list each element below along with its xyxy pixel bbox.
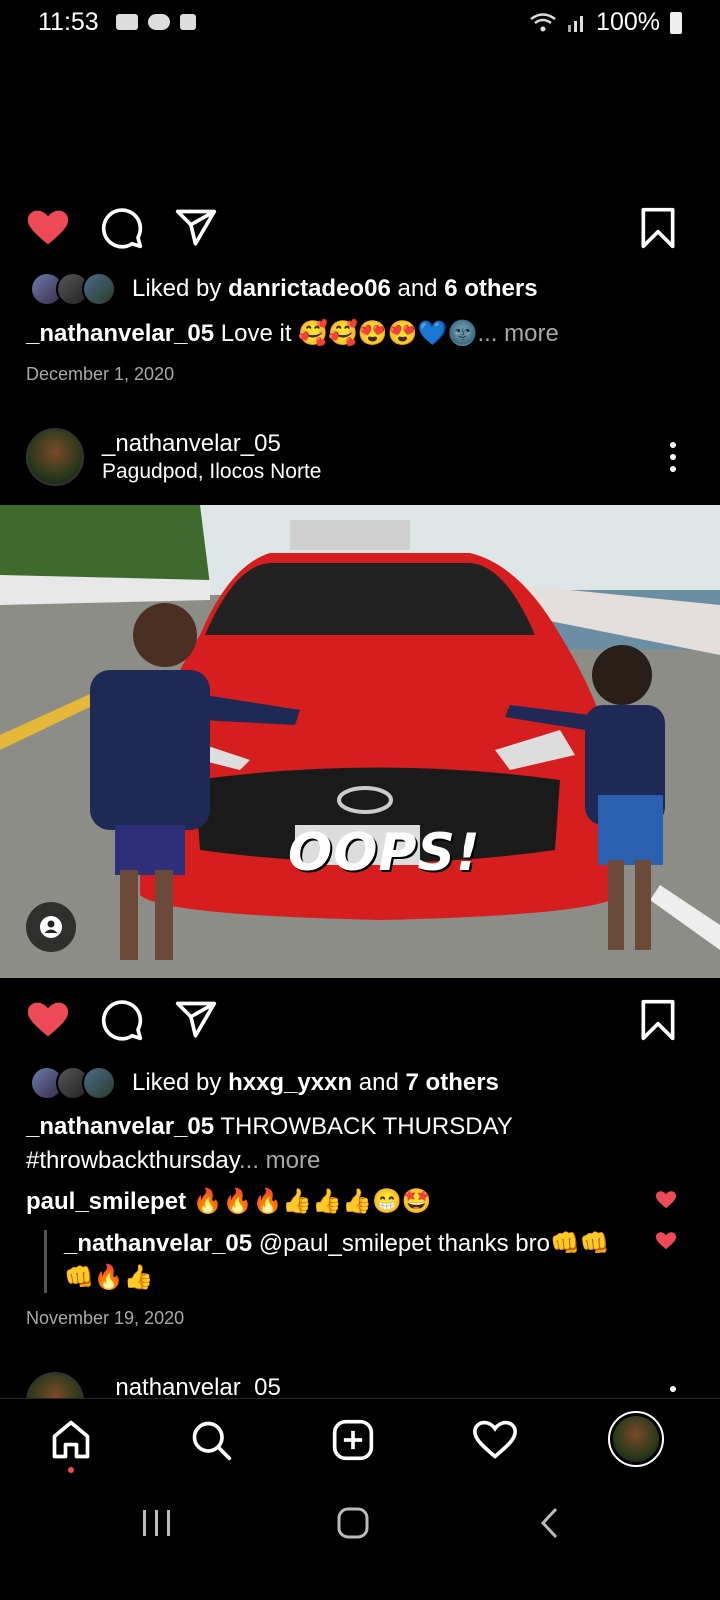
share-icon[interactable] [174, 206, 218, 250]
comment: paul_smilepet 🔥🔥🔥👍👍👍😁🤩 [26, 1188, 432, 1215]
nav-search[interactable] [186, 1415, 236, 1465]
recent-apps-icon[interactable] [140, 1508, 174, 1538]
nav-profile[interactable] [608, 1411, 664, 1467]
nav-create[interactable] [328, 1415, 378, 1465]
avatar[interactable] [26, 428, 84, 486]
post2-actions [0, 998, 720, 1048]
activity-icon [473, 1420, 517, 1459]
post2-likes[interactable]: Liked by hxxg_yxxn and 7 others [30, 1066, 499, 1100]
reply-comment: _nathanvelar_05 @paul_smilepet thanks br… [64, 1230, 610, 1291]
home-system-icon[interactable] [336, 1506, 370, 1540]
photo-scene [0, 505, 720, 978]
likes-text: Liked by danrictadeo06 and 6 others [132, 275, 538, 302]
post-username[interactable]: _nathanvelar_05 [102, 430, 281, 458]
comment-username[interactable]: paul_smilepet [26, 1188, 186, 1215]
caption-username[interactable]: _nathanvelar_05 [26, 320, 214, 347]
post1-date: December 1, 2020 [26, 364, 175, 384]
share-icon[interactable] [174, 998, 218, 1042]
profile-icon [613, 1416, 659, 1462]
caption-username[interactable]: _nathanvelar_05 [26, 1113, 214, 1140]
likes-text: Liked by hxxg_yxxn and 7 others [132, 1069, 499, 1096]
battery-icon [670, 11, 682, 34]
post2-caption: _nathanvelar_05 THROWBACK THURSDAY #thro… [26, 1113, 513, 1174]
create-icon [332, 1419, 374, 1461]
post1-actions [0, 206, 720, 256]
post1-likes[interactable]: Liked by danrictadeo06 and 6 others [30, 272, 538, 306]
bottom-navigation [0, 1398, 720, 1485]
heart-icon[interactable] [26, 998, 70, 1042]
notification-dot [68, 1467, 74, 1473]
avatar[interactable] [26, 1372, 84, 1398]
post2-date: November 19, 2020 [26, 1308, 185, 1328]
post2-header: _nathanvelar_05 Pagudpod, Ilocos Norte [0, 428, 720, 488]
post1-caption: _nathanvelar_05 Love it 🥰🥰😍😍💙🌚... more [26, 320, 559, 347]
wifi-icon [530, 12, 556, 31]
status-time: 11:53 [38, 8, 99, 36]
post3-header: _nathanvelar_05 [0, 1372, 720, 1398]
reply-thread-line [44, 1230, 47, 1293]
bookmark-icon[interactable] [638, 998, 678, 1042]
youtube-icon [116, 14, 138, 30]
search-icon [192, 1421, 232, 1461]
person-icon [40, 916, 62, 938]
more-options-icon[interactable] [670, 442, 676, 478]
home-icon [52, 1420, 90, 1459]
heart-icon[interactable] [654, 1230, 678, 1252]
comment-icon[interactable] [100, 206, 144, 250]
caption-more[interactable]: ... more [477, 320, 558, 347]
post2-photo[interactable]: OOPS! [0, 505, 720, 978]
back-icon[interactable] [538, 1506, 562, 1540]
system-navigation [0, 1484, 720, 1600]
nav-home[interactable] [46, 1415, 96, 1465]
signal-icon [568, 15, 584, 32]
heart-icon[interactable] [26, 206, 70, 250]
nav-activity[interactable] [470, 1415, 520, 1465]
comment-username[interactable]: _nathanvelar_05 [64, 1230, 252, 1257]
status-right: 100% [530, 8, 682, 37]
post-location[interactable]: Pagudpod, Ilocos Norte [102, 460, 321, 484]
tagged-people-button[interactable] [26, 902, 76, 952]
comment-icon[interactable] [100, 998, 144, 1042]
liker-avatars [30, 1066, 116, 1100]
more-options-icon[interactable] [670, 1386, 676, 1398]
cloud-icon [148, 14, 170, 30]
photo-overlay-text: OOPS! [288, 823, 481, 883]
notification-icons [116, 14, 196, 30]
post-username[interactable]: _nathanvelar_05 [102, 1374, 281, 1398]
battery-text: 100% [596, 8, 660, 36]
heart-icon[interactable] [654, 1189, 678, 1211]
status-bar: 11:53 100% [0, 0, 720, 44]
caption-more[interactable]: ... more [239, 1147, 320, 1174]
hashtag[interactable]: #throwbackthursday [26, 1147, 239, 1174]
app-icon [180, 14, 196, 30]
bookmark-icon[interactable] [638, 206, 678, 250]
liker-avatars [30, 272, 116, 306]
